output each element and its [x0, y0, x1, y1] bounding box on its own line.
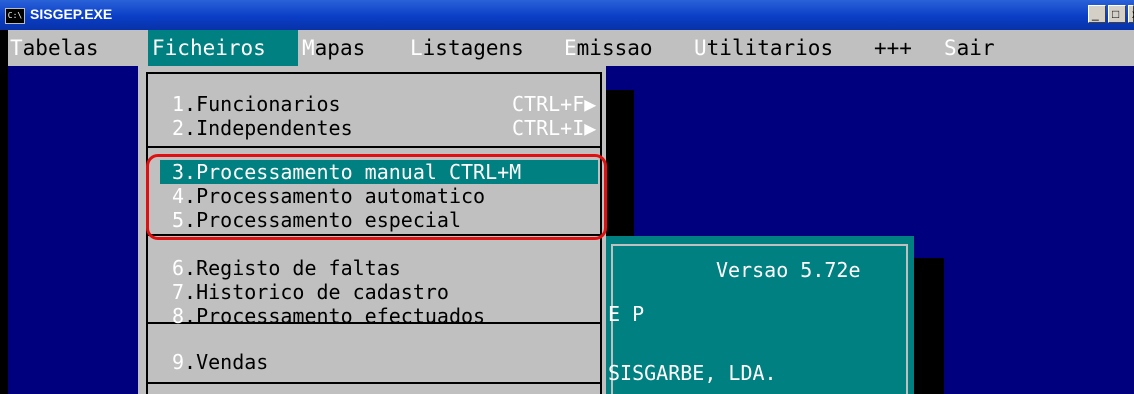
menu-utilitarios[interactable]: Utilitarios	[694, 30, 833, 66]
menu-listagens[interactable]: Listagens	[410, 30, 524, 66]
menu-item-historico-cadastro[interactable]: 7.Historico de cadastro	[172, 280, 596, 304]
submenu-arrow-icon: CTRL+I▶	[512, 116, 597, 140]
menu-item-independentes[interactable]: 2.Independentes CTRL+I▶	[172, 116, 596, 140]
menu-tabelas[interactable]: Tabelas	[8, 30, 140, 66]
company-label: SISGARBE, LDA.	[608, 361, 777, 385]
minimize-button[interactable]: _	[1088, 5, 1106, 23]
menu-item-processamento-efectuados[interactable]: 8.Processamento efectuados	[172, 304, 596, 328]
menu-item-vendas[interactable]: 9.Vendas	[172, 350, 596, 374]
menu-bar: Tabelas Ficheiros Mapas Listagens Emissa…	[8, 30, 1134, 66]
menu-emissao[interactable]: Emissao	[564, 30, 653, 66]
menu-sair[interactable]: Sair	[944, 30, 995, 66]
maximize-icon: □	[1112, 7, 1120, 21]
minimize-icon: _	[1092, 7, 1099, 21]
menu-mapas[interactable]: Mapas	[302, 30, 365, 66]
console-icon: C:\	[5, 8, 25, 24]
about-box: Versao 5.72e E P SISGARBE, LDA.	[606, 236, 914, 394]
dropdown-shadow	[606, 90, 634, 240]
submenu-arrow-icon: CTRL+F▶	[512, 92, 597, 116]
maximize-button[interactable]: □	[1108, 5, 1126, 23]
dropdown-frame-top	[146, 72, 602, 74]
info-fragment: E P	[608, 302, 645, 326]
annotation-highlight	[146, 154, 607, 240]
window-title-bar[interactable]: C:\ SISGEP.EXE _ □ x	[0, 0, 1134, 30]
menu-separator	[146, 146, 602, 148]
menu-item-registo-faltas[interactable]: 6.Registo de faltas	[172, 256, 596, 280]
menu-extra[interactable]: +++	[874, 30, 912, 66]
version-label: Versao 5.72e	[716, 258, 861, 282]
menu-ficheiros[interactable]: Ficheiros	[148, 30, 298, 66]
close-button[interactable]: x	[1128, 5, 1134, 23]
window-title: SISGEP.EXE	[30, 6, 113, 22]
menu-item-funcionarios[interactable]: 1.Funcionarios CTRL+F▶	[172, 92, 596, 116]
console-area: Tabelas Ficheiros Mapas Listagens Emissa…	[8, 30, 1134, 394]
infobox-shadow	[914, 258, 944, 394]
menu-separator	[146, 382, 602, 384]
